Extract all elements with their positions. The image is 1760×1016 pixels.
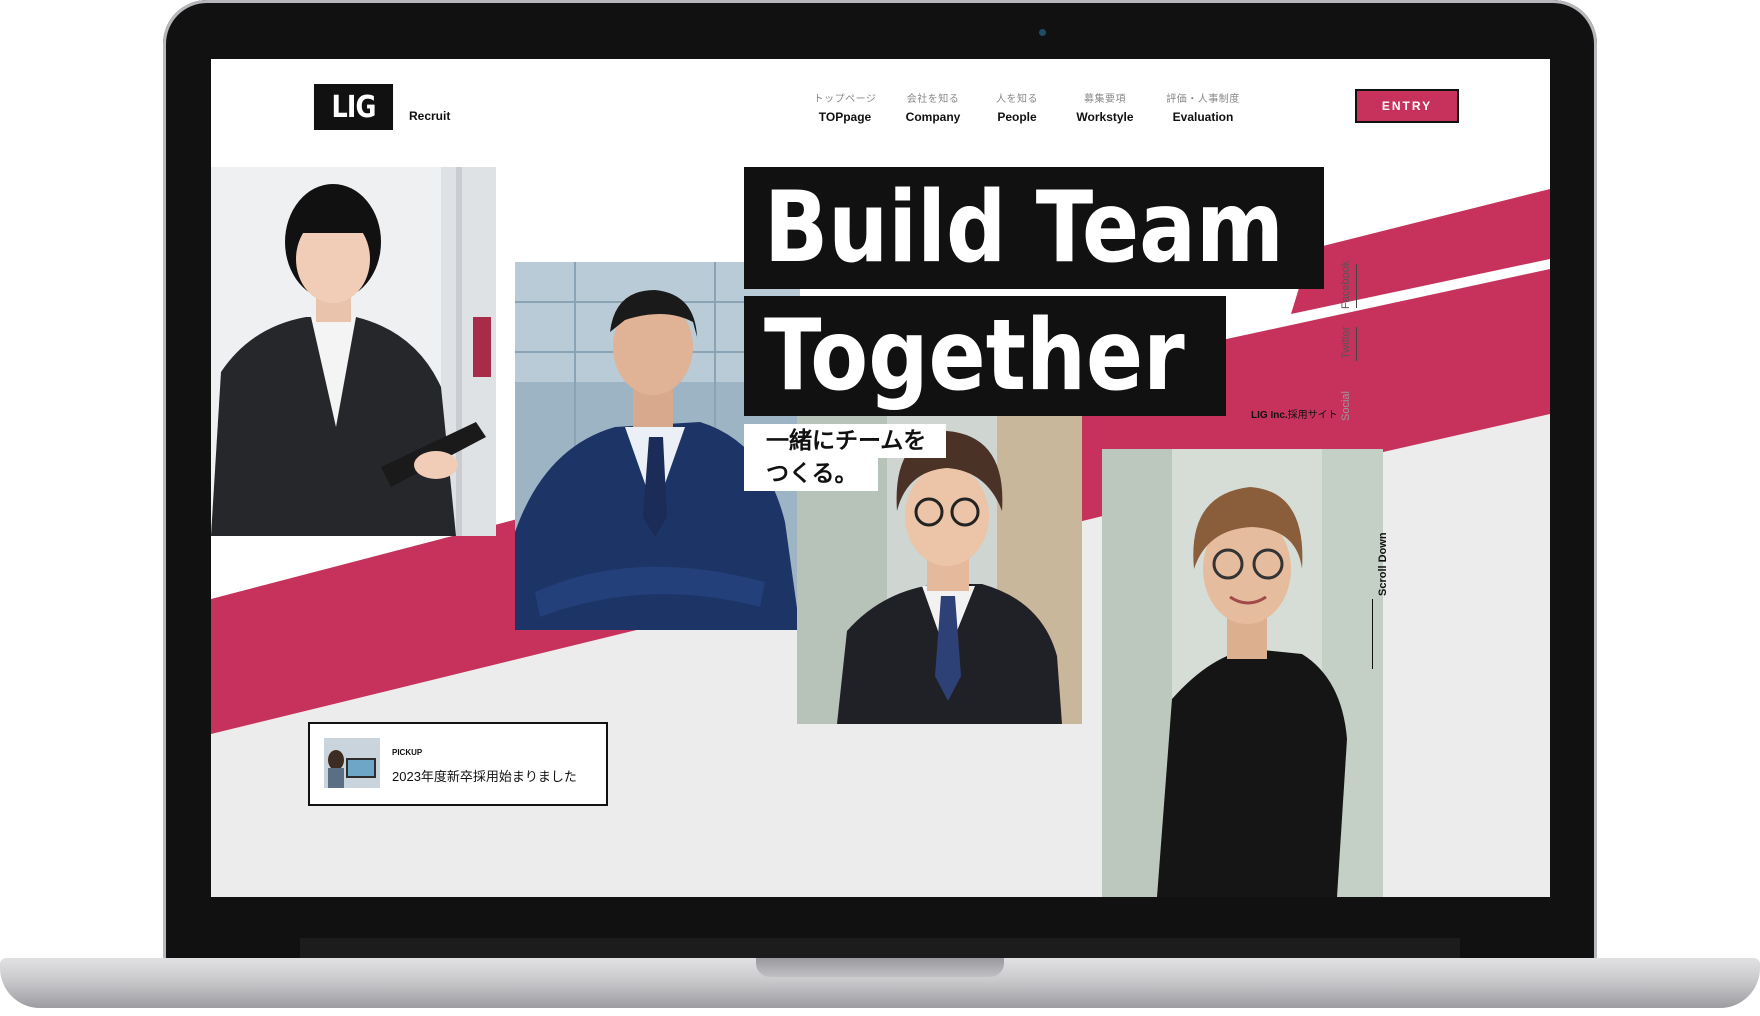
- nav-jp-label: 人を知る: [996, 94, 1038, 105]
- pickup-text: 2023年度新卒採用始まりました: [392, 769, 577, 784]
- photo-woman-tablet: [211, 167, 496, 536]
- pickup-thumbnail: [324, 738, 380, 788]
- nav-jp-label: 募集要項: [1084, 94, 1126, 105]
- hero-title-text-1: Build Team: [764, 171, 1284, 285]
- twitter-link[interactable]: Twitter: [1340, 327, 1352, 359]
- facebook-link[interactable]: Facebook: [1340, 261, 1352, 309]
- hero-title-line-2: Together: [744, 296, 1226, 416]
- laptop-notch: [756, 958, 1004, 977]
- pickup-card[interactable]: PICKUP 2023年度新卒採用始まりました: [308, 722, 608, 806]
- global-nav: トップページ TOPpage 会社を知る Company 人を知る People…: [801, 90, 1253, 124]
- hero-title-line-1: Build Team: [744, 167, 1324, 289]
- hero-title-text-2: Together: [764, 299, 1185, 413]
- hero-subtitle-line-2: つくる。: [744, 457, 878, 491]
- company-caption-text: 採用サイト: [1287, 410, 1338, 421]
- camera-icon: [1039, 29, 1046, 36]
- hero-subtitle-line-1: 一緒にチームを: [744, 424, 947, 458]
- laptop-hinge: [300, 938, 1460, 958]
- company-caption: LIG Inc.採用サイト: [1251, 406, 1338, 421]
- logo-subtitle: Recruit: [409, 109, 451, 123]
- social-label: Social: [1340, 391, 1352, 421]
- nav-en-label: Company: [905, 110, 961, 124]
- browser-screen: LIG Recruit トップページ TOPpage 会社を知る Company…: [211, 59, 1550, 897]
- nav-en-label: Evaluation: [1172, 110, 1234, 124]
- nav-en-label: TOPpage: [818, 110, 872, 124]
- nav-jp-label: トップページ: [813, 94, 877, 105]
- scroll-down-label[interactable]: Scroll Down: [1377, 532, 1389, 596]
- nav-item-evaluation[interactable]: 評価・人事制度 Evaluation: [1153, 90, 1253, 124]
- nav-item-workstyle[interactable]: 募集要項 Workstyle: [1057, 90, 1153, 124]
- twitter-divider: [1356, 327, 1357, 361]
- nav-jp-label: 会社を知る: [906, 94, 960, 105]
- nav-en-label: Workstyle: [1076, 110, 1134, 124]
- entry-button[interactable]: ENTRY: [1355, 89, 1459, 123]
- company-name: LIG Inc.: [1251, 410, 1288, 421]
- facebook-divider: [1356, 264, 1357, 308]
- nav-item-toppage[interactable]: トップページ TOPpage: [801, 90, 889, 124]
- pickup-label: PICKUP: [392, 748, 423, 757]
- photo-woman-short-hair: [1102, 449, 1383, 897]
- nav-item-company[interactable]: 会社を知る Company: [889, 90, 977, 124]
- nav-jp-label: 評価・人事制度: [1166, 94, 1240, 105]
- nav-item-people[interactable]: 人を知る People: [977, 90, 1057, 124]
- site-logo[interactable]: LIG: [313, 84, 394, 130]
- scroll-down-line: [1372, 599, 1373, 669]
- nav-en-label: People: [997, 110, 1037, 124]
